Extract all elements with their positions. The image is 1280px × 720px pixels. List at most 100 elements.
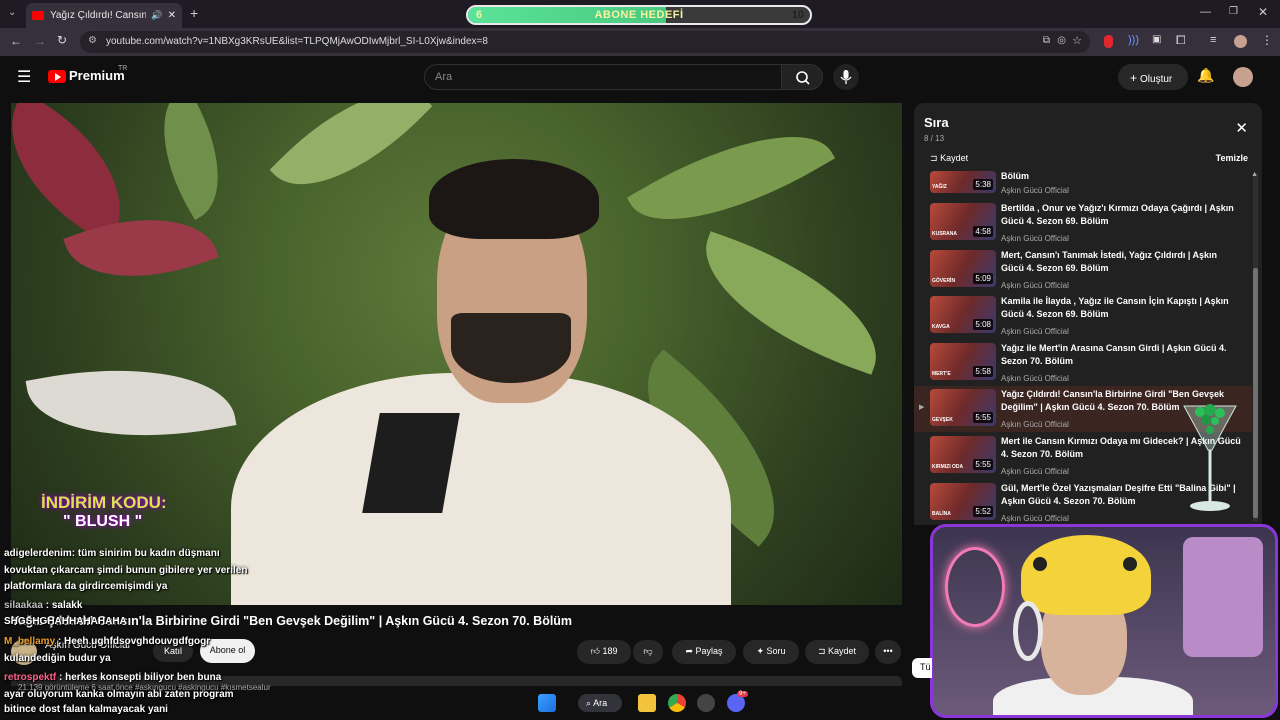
playlist-item-channel: Aşkın Gücü Official <box>1001 234 1069 243</box>
chat-message: platformlara da girdircemişimdi ya <box>4 581 167 592</box>
chat-text: platformlara da girdircemişimdi ya <box>4 581 168 592</box>
tab-list-icon[interactable]: ⌄ <box>8 7 16 18</box>
person-beard <box>451 313 571 383</box>
site-info-icon[interactable]: ⚙ <box>88 35 97 46</box>
thumbnail-caption: KAVGA <box>932 324 950 331</box>
tab-chip[interactable]: Tü <box>912 658 932 678</box>
forward-icon[interactable]: → <box>34 34 46 48</box>
microphone-icon <box>840 70 852 84</box>
playlist-thumbnail: KAVGA 5:08 <box>930 296 996 334</box>
maximize-icon[interactable]: ❐ <box>1229 6 1238 17</box>
playlist-thumbnail: YAĞIZ 5:38 <box>930 171 996 193</box>
youtube-header: ☰ Premium TR Ara + Oluştur 🔔 <box>0 56 1280 100</box>
playlist-item-channel: Aşkın Gücü Official <box>1001 186 1069 195</box>
now-playing-icon: ▶ <box>919 404 925 412</box>
install-icon[interactable]: ⧉ <box>1043 35 1050 46</box>
playlist-duration: 5:52 <box>973 505 993 517</box>
playlist-scrollbar-thumb[interactable] <box>1253 268 1258 518</box>
playlist-position: 8 / 13 <box>924 134 945 143</box>
scroll-up-icon[interactable]: ▲ <box>1251 171 1258 178</box>
youtube-logo-text[interactable]: Premium <box>69 68 125 83</box>
share-arrow-icon: ➦ <box>685 646 693 656</box>
back-icon[interactable]: ← <box>10 34 22 48</box>
hamburger-menu-icon[interactable]: ☰ <box>17 67 31 87</box>
search-input[interactable]: Ara <box>424 64 782 90</box>
windows-taskbar <box>0 686 930 720</box>
chat-text: adigelerdenim: tüm sinirim bu kadın düşm… <box>4 548 220 559</box>
chat-text: : Heeh ughfdsovghdouvgdfgogr <box>57 636 211 647</box>
minimize-icon[interactable]: — <box>1200 6 1211 18</box>
save-button[interactable]: ⊐ Kaydet <box>805 640 869 664</box>
playlist-item-title: Yağız ile Mert'in Arasına Cansın Girdi |… <box>1001 342 1227 366</box>
ask-label: Soru <box>766 646 786 656</box>
search-icon <box>796 71 810 85</box>
thumbnail-caption: KIRMIZI ODA <box>932 464 964 470</box>
close-tab-icon[interactable]: ✕ <box>168 10 176 21</box>
chat-username: silaakaa <box>4 600 43 611</box>
extension-wave-icon[interactable]: ))) <box>1128 34 1139 46</box>
file-explorer-icon[interactable] <box>638 694 656 712</box>
video-player[interactable]: İNDİRİM KODU: " BLUSH " <box>11 103 902 605</box>
playlist-item-title: Mert, Cansın'ı Tanımak İstedi, Yağız Çıl… <box>1001 249 1218 273</box>
playlist-item[interactable]: MERT'E 5:58 Yağız ile Mert'in Arasına Cans… <box>914 340 1252 386</box>
neon-sign-decoration <box>945 547 1005 627</box>
sparkle-icon: ✦ <box>756 646 764 656</box>
extensions-puzzle-icon[interactable]: ⧠ <box>1176 33 1186 48</box>
reading-list-icon[interactable]: ≡ <box>1210 34 1216 46</box>
browser-tab-active[interactable]: Yağız Çıldırdı! Cansın'la Birb 🔊 ✕ <box>26 3 182 28</box>
chat-message: kulandediğin budur ya <box>4 653 111 664</box>
reload-icon[interactable]: ↻ <box>57 33 67 47</box>
dislike-button[interactable]: 👎︎ <box>633 640 663 664</box>
bookmark-icon: ⊐ <box>817 646 826 656</box>
search-button[interactable] <box>781 64 823 90</box>
chat-message: silaakaa : salakk <box>4 600 82 611</box>
background-shelf <box>1183 537 1263 657</box>
extension-red-icon[interactable] <box>1104 35 1113 48</box>
thumbnail-caption: KUSRANA <box>932 231 957 237</box>
taskbar-search[interactable]: ⌕ Ara <box>578 694 622 712</box>
chat-text: : salakk <box>45 600 83 611</box>
playlist-item-channel: Aşkın Gücü Official <box>1001 420 1069 430</box>
browser-menu-icon[interactable]: ⋮ <box>1261 33 1273 47</box>
notifications-bell-icon[interactable]: 🔔 <box>1197 67 1214 84</box>
speaker-icon[interactable]: 🔊 <box>151 10 162 21</box>
windows-start-icon[interactable] <box>538 694 556 712</box>
playlist-item-channel: Aşkın Gücü Official <box>1001 467 1069 476</box>
share-button[interactable]: ➦ Paylaş <box>672 640 736 664</box>
bookmark-star-icon[interactable]: ☆ <box>1072 34 1082 47</box>
new-tab-icon[interactable]: + <box>190 5 198 21</box>
playlist-item[interactable]: GÖVERİN 5:09 Mert, Cansın'ı Tanımak İstedi… <box>914 247 1252 293</box>
app-icon[interactable] <box>697 694 715 712</box>
account-avatar[interactable] <box>1233 67 1253 87</box>
promo-code-label: İNDİRİM KODU: <box>41 493 167 512</box>
subscriber-goal-bar: 6 ABONE HEDEFİ 10 <box>466 5 812 25</box>
hat-eye <box>1033 557 1047 571</box>
eye-off-icon[interactable]: ◎ <box>1057 35 1066 46</box>
playlist-item-channel: Aşkın Gücü Official <box>1001 513 1069 523</box>
more-dots-icon: ••• <box>883 646 893 656</box>
chat-username: M_bellamy <box>4 636 56 647</box>
hat-eye <box>1123 557 1137 571</box>
address-toolbar: ← → ↻ ⚙ youtube.com/watch?v=1NBXg3KRsUE&… <box>0 28 1280 56</box>
chat-username: retrospektf <box>4 672 57 683</box>
chat-message: adigelerdenim: tüm sinirim bu kadın düşm… <box>4 548 220 559</box>
more-actions-button[interactable]: ••• <box>875 640 901 664</box>
playlist-item[interactable]: KAVGA 5:08 Kamila ile İlayda , Yağız ile C… <box>914 293 1252 339</box>
chrome-icon[interactable] <box>668 694 686 712</box>
close-icon[interactable]: ✕ <box>1235 119 1248 137</box>
playlist-item[interactable]: KUSRANA 4:58 Bertilda , Onur ve Yağız'ı Kı… <box>914 200 1252 246</box>
playlist-duration: 5:58 <box>973 365 993 377</box>
profile-avatar-icon[interactable] <box>1234 35 1247 48</box>
martini-glass-icon <box>1183 404 1237 511</box>
ask-button[interactable]: ✦ Soru <box>743 640 799 664</box>
playlist-item[interactable]: YAĞIZ 5:38 Bölüm Aşkın Gücü Official <box>914 157 1252 197</box>
create-button[interactable]: + Oluştur <box>1118 64 1188 90</box>
tab-title: Yağız Çıldırdı! Cansın'la Birb <box>50 10 147 21</box>
playlist-item-channel: Aşkın Gücü Official <box>1001 327 1069 337</box>
url-field[interactable]: ⚙ youtube.com/watch?v=1NBXg3KRsUE&list=T… <box>80 31 1090 53</box>
extension-box-icon[interactable]: ▣ <box>1152 34 1161 45</box>
window-close-icon[interactable]: ✕ <box>1258 5 1268 19</box>
voice-search-button[interactable] <box>833 64 859 90</box>
like-button[interactable]: 👍︎ 189 <box>577 640 631 664</box>
thumbnail-caption: GÖVERİN <box>932 277 956 284</box>
